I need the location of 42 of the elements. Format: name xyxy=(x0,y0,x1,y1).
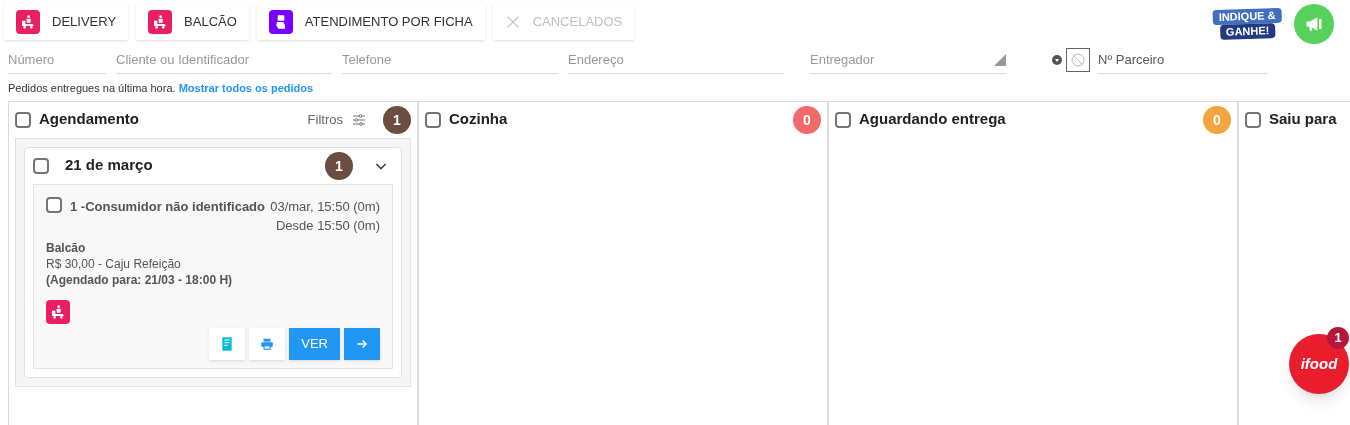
order-type-button[interactable]: BALCÃO xyxy=(136,4,249,40)
courier-select[interactable]: Entregador xyxy=(810,46,1006,74)
filter-field[interactable]: Endereço xyxy=(568,46,784,74)
print-button[interactable] xyxy=(249,327,286,360)
checkbox[interactable] xyxy=(46,196,62,213)
order-type-button[interactable]: DELIVERY xyxy=(4,4,129,40)
order-schedule: (Agendado para: 21/03 - 18:00 H) xyxy=(46,271,234,288)
checkbox[interactable] xyxy=(33,157,49,174)
filters-button[interactable]: Filtros xyxy=(307,109,367,130)
group-title: 21 de março xyxy=(65,155,153,176)
view-button[interactable]: VER xyxy=(289,327,340,360)
count-badge: 1 xyxy=(325,151,353,180)
order-channel: Balcão xyxy=(46,239,87,256)
filter-field[interactable]: Cliente ou Identificador xyxy=(116,46,332,74)
no-image-icon xyxy=(1070,52,1086,68)
partner-number-field[interactable]: Nº Parceiro xyxy=(1098,46,1268,74)
order-since: Desde 15:50 (0m) xyxy=(275,217,380,235)
show-all-link[interactable]: Mostrar todos os pedidos xyxy=(178,82,314,94)
column-title: Cozinha xyxy=(449,109,508,130)
partner-logo-button[interactable] xyxy=(1066,48,1090,72)
column-title: Saiu para xyxy=(1269,109,1337,130)
column-title: Agendamento xyxy=(39,109,139,130)
order-type-button[interactable]: ATENDIMENTO POR FICHA xyxy=(256,4,485,40)
order-time: 03/mar, 15:50 (0m) xyxy=(270,197,380,216)
checkbox[interactable] xyxy=(425,111,441,128)
advance-button[interactable] xyxy=(344,327,380,360)
count-badge: 1 xyxy=(383,105,411,134)
printer-icon xyxy=(260,336,275,351)
sliders-icon xyxy=(351,111,367,128)
filter-field[interactable]: Número xyxy=(8,46,106,74)
customer-name: 1 -Consumidor não identificado xyxy=(70,197,265,216)
dropdown-corner-icon xyxy=(994,53,1006,66)
order-payment: R$ 30,00 - Caju Refeição xyxy=(46,255,182,272)
info-text: Pedidos entregues na última hora. Mostrar todos os pedidos xyxy=(7,81,315,96)
checkbox[interactable] xyxy=(835,111,851,128)
count-badge: 0 xyxy=(1203,105,1231,134)
filter-field[interactable]: Telefone xyxy=(342,46,558,74)
checkbox[interactable] xyxy=(15,111,31,128)
count-badge: 0 xyxy=(793,105,821,134)
caret-circle-icon[interactable] xyxy=(1052,55,1062,65)
column-title: Aguardando entrega xyxy=(859,109,1006,130)
checkbox[interactable] xyxy=(1245,111,1261,128)
